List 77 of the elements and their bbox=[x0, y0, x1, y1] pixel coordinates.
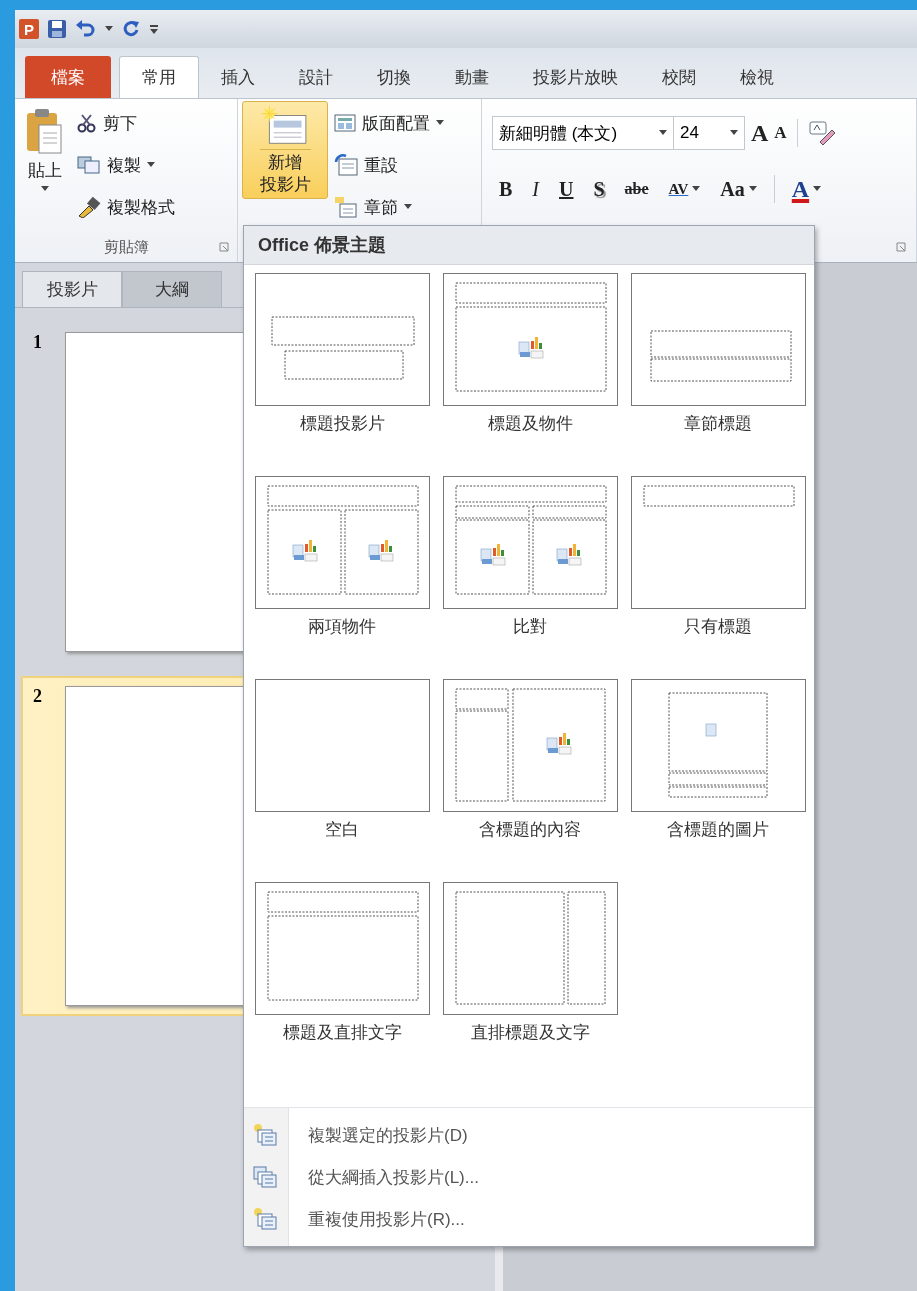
menu-item[interactable]: 從大綱插入投影片(L)... bbox=[244, 1156, 479, 1198]
layout-option[interactable]: 直排標題及文字 bbox=[442, 882, 618, 1073]
group-label: 剪貼簿 bbox=[103, 237, 149, 257]
layout-option[interactable]: 只有標題 bbox=[630, 476, 806, 667]
ribbon-tab[interactable]: 檢視 bbox=[718, 56, 796, 98]
clear-formatting-icon[interactable] bbox=[807, 120, 836, 146]
layout-option[interactable]: 比對 bbox=[442, 476, 618, 667]
format-button[interactable]: I bbox=[525, 177, 546, 201]
caret-icon bbox=[41, 186, 49, 192]
slide-stack-icon bbox=[252, 1207, 278, 1231]
save-icon[interactable] bbox=[47, 19, 67, 39]
format-button[interactable]: B bbox=[492, 177, 520, 201]
caret-icon bbox=[748, 186, 757, 192]
slide-stack-icon bbox=[252, 1165, 278, 1189]
caret-icon bbox=[730, 130, 738, 136]
dialog-launcher-icon[interactable] bbox=[219, 242, 229, 252]
caret-icon bbox=[404, 204, 412, 210]
clipboard-icon bbox=[25, 107, 65, 155]
layout-option[interactable]: 標題投影片 bbox=[254, 273, 430, 464]
caret-icon[interactable] bbox=[105, 26, 113, 32]
caret-icon bbox=[659, 130, 667, 136]
caret-icon bbox=[147, 162, 155, 168]
ribbon-tab[interactable]: 切換 bbox=[355, 56, 433, 98]
layout-icon bbox=[334, 113, 356, 133]
menu-item[interactable]: 重複使用投影片(R)... bbox=[244, 1198, 465, 1240]
ribbon-tab[interactable]: 校閱 bbox=[640, 56, 718, 98]
paintbrush-icon bbox=[77, 196, 101, 218]
font-name-field[interactable]: 新細明體 (本文) bbox=[492, 116, 674, 150]
redo-icon[interactable] bbox=[121, 19, 141, 39]
layout-option[interactable]: 標題及直排文字 bbox=[254, 882, 430, 1073]
layout-option[interactable]: 含標題的圖片 bbox=[630, 679, 806, 870]
reset-slide-icon bbox=[334, 154, 358, 176]
new-slide-button[interactable]: 新增 投影片 bbox=[242, 101, 328, 200]
scissors-icon bbox=[77, 113, 97, 133]
app-logo: P bbox=[19, 19, 39, 39]
ribbon-tab[interactable]: 檔案 bbox=[25, 56, 111, 98]
section-icon bbox=[334, 196, 358, 218]
shrink-font-button[interactable]: A bbox=[774, 123, 787, 143]
format-button[interactable]: Aa bbox=[713, 177, 764, 201]
grow-font-button[interactable]: A bbox=[751, 119, 769, 147]
layout-option[interactable]: 空白 bbox=[254, 679, 430, 870]
menu-header: Office 佈景主題 bbox=[244, 226, 814, 265]
format-painter-button[interactable]: 複製格式 bbox=[77, 189, 175, 225]
copy-icon bbox=[77, 156, 101, 174]
format-button[interactable]: S bbox=[586, 177, 612, 201]
reset-button[interactable]: 重設 bbox=[334, 147, 444, 183]
slide-number: 2 bbox=[33, 686, 43, 708]
ribbon-tab[interactable]: 投影片放映 bbox=[511, 56, 640, 98]
slide-number: 1 bbox=[33, 332, 43, 354]
paste-button[interactable]: 貼上 bbox=[19, 101, 71, 198]
caret-icon bbox=[813, 186, 822, 192]
font-size-field[interactable]: 24 bbox=[673, 116, 745, 150]
customize-menu-icon[interactable] bbox=[149, 23, 159, 35]
menu-item[interactable]: 複製選定的投影片(D) bbox=[244, 1114, 468, 1156]
undo-icon[interactable] bbox=[75, 19, 97, 39]
format-button[interactable]: AV bbox=[661, 180, 708, 198]
ribbon-tab[interactable]: 設計 bbox=[277, 56, 355, 98]
copy-button[interactable]: 複製 bbox=[77, 147, 175, 183]
pane-tab[interactable]: 投影片 bbox=[22, 271, 122, 307]
layout-option[interactable]: 含標題的內容 bbox=[442, 679, 618, 870]
caret-icon bbox=[692, 186, 701, 192]
layout-option[interactable]: 標題及物件 bbox=[442, 273, 618, 464]
layout-option[interactable]: 兩項物件 bbox=[254, 476, 430, 667]
format-button[interactable]: U bbox=[552, 177, 581, 201]
layout-option[interactable]: 章節標題 bbox=[630, 273, 806, 464]
pane-tab[interactable]: 大綱 bbox=[122, 271, 222, 307]
ribbon-tab[interactable]: 常用 bbox=[119, 56, 199, 98]
format-button[interactable]: abe bbox=[617, 180, 656, 198]
format-button[interactable]: A bbox=[784, 175, 829, 203]
cut-button[interactable]: 剪下 bbox=[77, 105, 175, 141]
ribbon-tab[interactable]: 動畫 bbox=[433, 56, 511, 98]
caret-icon bbox=[436, 120, 444, 126]
layout-button[interactable]: 版面配置 bbox=[334, 105, 444, 141]
ribbon-tab[interactable]: 插入 bbox=[199, 56, 277, 98]
dialog-launcher-icon[interactable] bbox=[896, 242, 906, 252]
section-button[interactable]: 章節 bbox=[334, 189, 444, 225]
slide-stack-icon bbox=[252, 1123, 278, 1147]
